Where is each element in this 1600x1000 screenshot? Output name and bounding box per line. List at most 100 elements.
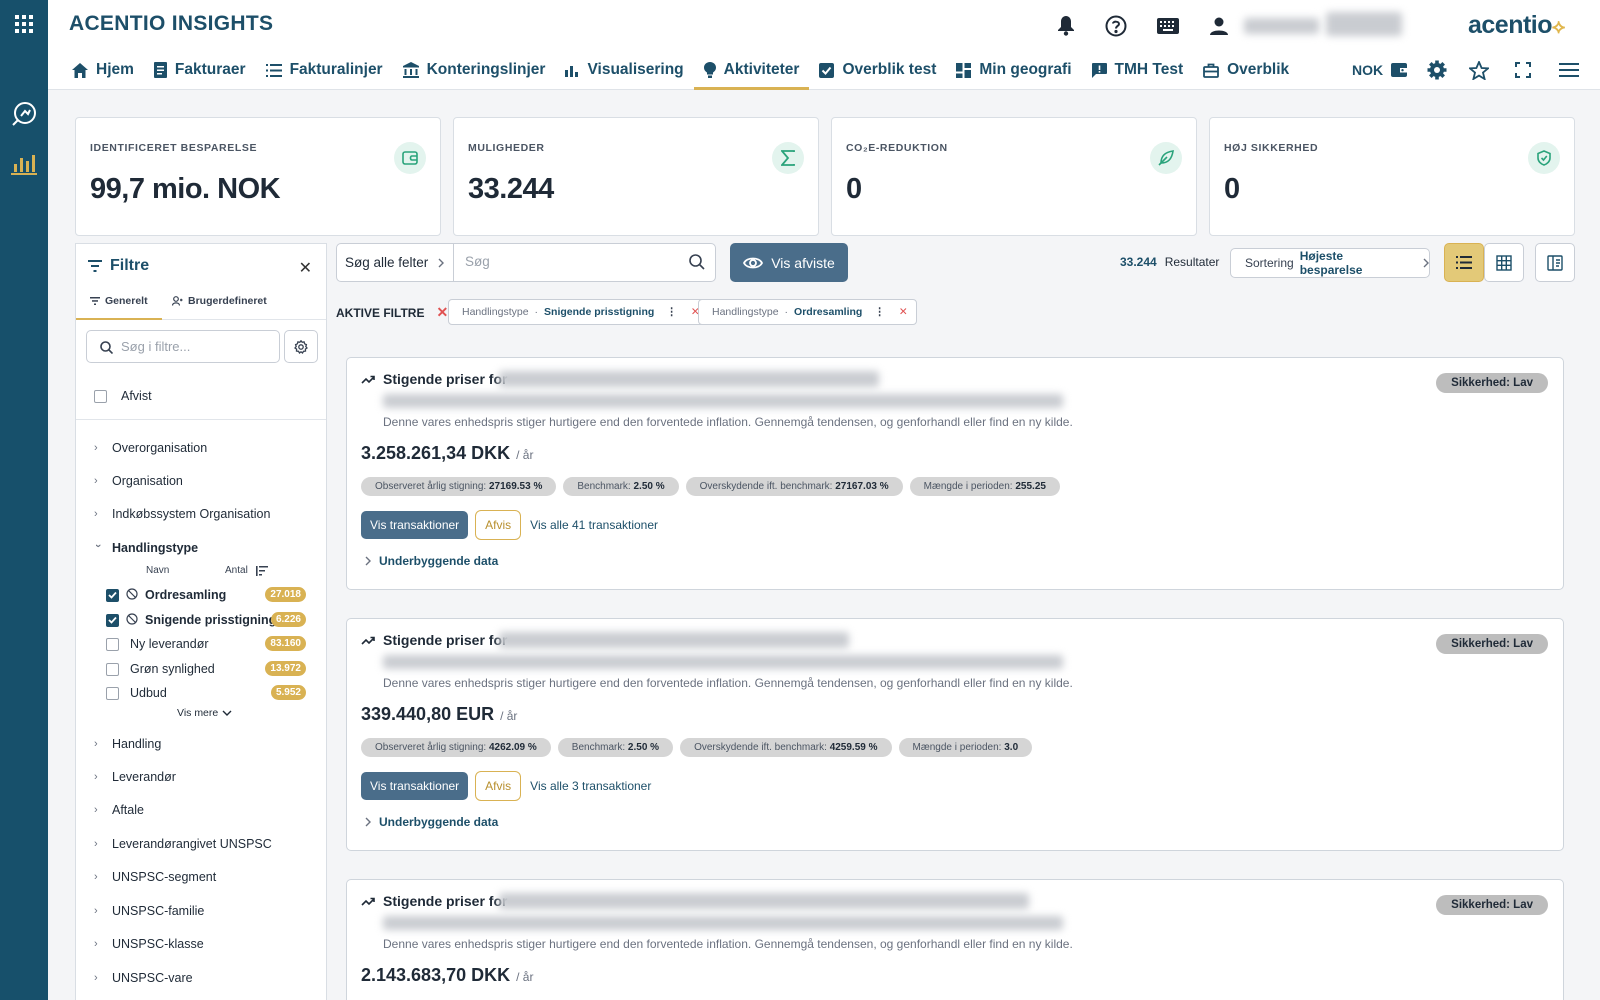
show-rejected-button[interactable]: Vis afviste: [730, 243, 848, 282]
dashboard-icon: [956, 62, 972, 78]
result-amount: 3.258.261,34 DKK / år: [361, 443, 534, 463]
show-more-link[interactable]: Vis mere: [177, 707, 232, 719]
close-filter-panel-icon[interactable]: ✕: [299, 258, 312, 278]
currency-label: NOK: [1352, 62, 1384, 78]
option-label: Grøn synlighed: [130, 662, 215, 676]
underlying-data-toggle[interactable]: Underbyggende data: [365, 815, 498, 829]
left-rail: [0, 0, 48, 1000]
nav-overblik-test[interactable]: Overblik test: [809, 52, 946, 88]
grid-view-button[interactable]: [1484, 243, 1524, 282]
search-icon[interactable]: [689, 254, 705, 275]
nav-konteringslinjer[interactable]: Konteringslinjer: [393, 52, 556, 88]
nav-overblik[interactable]: Overblik: [1193, 52, 1299, 88]
metric-pill: Overskydende ift. benchmark: 27167.03 %: [685, 477, 903, 496]
settings-gear-icon[interactable]: [1427, 60, 1447, 80]
nav-aktiviteter[interactable]: Aktiviteter: [693, 52, 810, 90]
option-gron-synlighed[interactable]: Grøn synlighed 13.972: [106, 659, 306, 679]
filter-afvist-row[interactable]: Afvist: [94, 389, 152, 403]
list-view-button[interactable]: [1444, 243, 1484, 282]
filter-settings-button[interactable]: [284, 330, 318, 363]
option-checkbox[interactable]: [106, 637, 119, 651]
kpi-label: IDENTIFICERET BESPARELSE: [90, 142, 258, 154]
option-ordresamling[interactable]: Ordresamling 27.018: [106, 585, 306, 605]
result-actions: Vis transaktioner Afvis Vis alle 3 trans…: [361, 771, 651, 801]
filter-group-overorganisation[interactable]: › Overorganisation: [94, 441, 207, 455]
notifications-bell-icon[interactable]: [1052, 12, 1080, 40]
more-vert-icon[interactable]: ⋮: [666, 306, 677, 318]
sigma-icon: [772, 142, 804, 174]
menu-hamburger-icon[interactable]: [1559, 63, 1580, 77]
filter-group-organisation[interactable]: › Organisation: [94, 474, 183, 488]
kpi-value: 0: [846, 173, 862, 205]
favorite-star-icon[interactable]: [1469, 60, 1490, 80]
option-checkbox[interactable]: [106, 588, 119, 602]
redacted-item-name: [499, 893, 1029, 909]
help-icon[interactable]: [1102, 12, 1130, 40]
currency-wallet-icon[interactable]: [1391, 63, 1408, 77]
fullscreen-icon[interactable]: [1515, 62, 1532, 78]
column-count-header[interactable]: Antal: [225, 565, 268, 576]
nav-fakturalinjer[interactable]: Fakturalinjer: [256, 52, 393, 88]
option-checkbox[interactable]: [106, 613, 119, 627]
redacted-item-name: [499, 632, 849, 648]
column-layout-button[interactable]: [1535, 243, 1575, 282]
filter-group-handling[interactable]: › Handling: [94, 737, 161, 751]
filter-group-unspsc-segment[interactable]: › UNSPSC-segment: [94, 870, 216, 884]
filter-search-input[interactable]: Søg i filtre...: [86, 330, 280, 363]
search-input[interactable]: Søg: [465, 254, 490, 269]
sort-dropdown[interactable]: Sortering Højeste besparelse: [1230, 248, 1430, 278]
checkbox-icon: [819, 62, 835, 78]
column-name-header[interactable]: Navn: [146, 565, 169, 576]
result-card: Stigende priser for Denne vares enhedspr…: [346, 879, 1564, 1000]
result-description: Denne vares enhedspris stiger hurtigere …: [383, 937, 1073, 951]
tab-generelt[interactable]: Generelt: [76, 295, 162, 320]
filter-tabs: Generelt Brugerdefineret: [76, 287, 326, 320]
filter-group-unspsc-klasse[interactable]: › UNSPSC-klasse: [94, 937, 204, 951]
explore-icon[interactable]: [0, 92, 48, 136]
result-title: Stigende priser for: [361, 371, 507, 387]
option-ny-leverandor[interactable]: Ny leverandør 83.160: [106, 634, 306, 654]
filter-group-unspsc-familie[interactable]: › UNSPSC-familie: [94, 904, 204, 918]
redacted-item-name: [499, 371, 879, 387]
show-all-transactions-link[interactable]: Vis alle 3 transaktioner: [530, 779, 651, 793]
nav-visualisering[interactable]: Visualisering: [555, 52, 693, 88]
nav-fakturaer[interactable]: Fakturaer: [144, 52, 256, 88]
filter-group-indkobssystem[interactable]: › Indkøbssystem Organisation: [94, 507, 270, 521]
show-transactions-button[interactable]: Vis transaktioner: [361, 772, 469, 800]
filter-group-aftale[interactable]: › Aftale: [94, 803, 144, 817]
clear-filters-icon[interactable]: ✕: [436, 304, 448, 321]
show-transactions-button[interactable]: Vis transaktioner: [361, 511, 469, 539]
show-all-transactions-link[interactable]: Vis alle 41 transaktioner: [530, 518, 658, 532]
underlying-data-toggle[interactable]: Underbyggende data: [365, 554, 498, 568]
user-profile-icon[interactable]: [1205, 12, 1233, 40]
option-snigende-prisstigning[interactable]: Snigende prisstigning 6.226: [106, 610, 306, 630]
nav-hjem[interactable]: Hjem: [62, 52, 144, 88]
more-vert-icon[interactable]: ⋮: [874, 306, 885, 318]
remove-chip-icon[interactable]: ✕: [899, 306, 908, 318]
filter-group-unspsc-vare[interactable]: › UNSPSC-vare: [94, 971, 193, 985]
metric-pill: Observeret årlig stigning: 27169.53 %: [361, 477, 557, 496]
reject-button[interactable]: Afvis: [475, 771, 522, 801]
search-bar: Søg alle felter Søg: [336, 243, 716, 282]
filter-group-leverandor[interactable]: › Leverandør: [94, 770, 176, 784]
search-scope-dropdown[interactable]: Søg alle felter: [337, 244, 454, 281]
option-udbud[interactable]: Udbud 5.952: [106, 683, 306, 703]
afvist-checkbox[interactable]: [94, 389, 107, 403]
eye-icon: [743, 257, 764, 268]
filter-group-leverandorangivet-unspsc[interactable]: › Leverandørangivet UNSPSC: [94, 837, 272, 851]
nav-tmh-test[interactable]: TMH Test: [1082, 52, 1194, 88]
apps-grid-icon[interactable]: [0, 2, 48, 46]
analytics-icon[interactable]: [0, 142, 48, 186]
exclude-icon[interactable]: [126, 587, 138, 603]
exclude-icon[interactable]: [126, 612, 138, 628]
keyboard-icon[interactable]: [1154, 12, 1182, 40]
option-checkbox[interactable]: [106, 662, 119, 676]
tab-brugerdefineret[interactable]: Brugerdefineret: [172, 295, 267, 307]
reject-button[interactable]: Afvis: [475, 510, 522, 540]
chevron-down-icon: [222, 710, 232, 716]
kpi-opportunities: MULIGHEDER 33.244: [453, 117, 819, 236]
filter-group-handlingstype[interactable]: › Handlingstype: [92, 541, 198, 555]
results-count: 33.244 Resultater: [1120, 255, 1220, 269]
option-checkbox[interactable]: [106, 686, 119, 700]
nav-min-geografi[interactable]: Min geografi: [946, 52, 1081, 88]
